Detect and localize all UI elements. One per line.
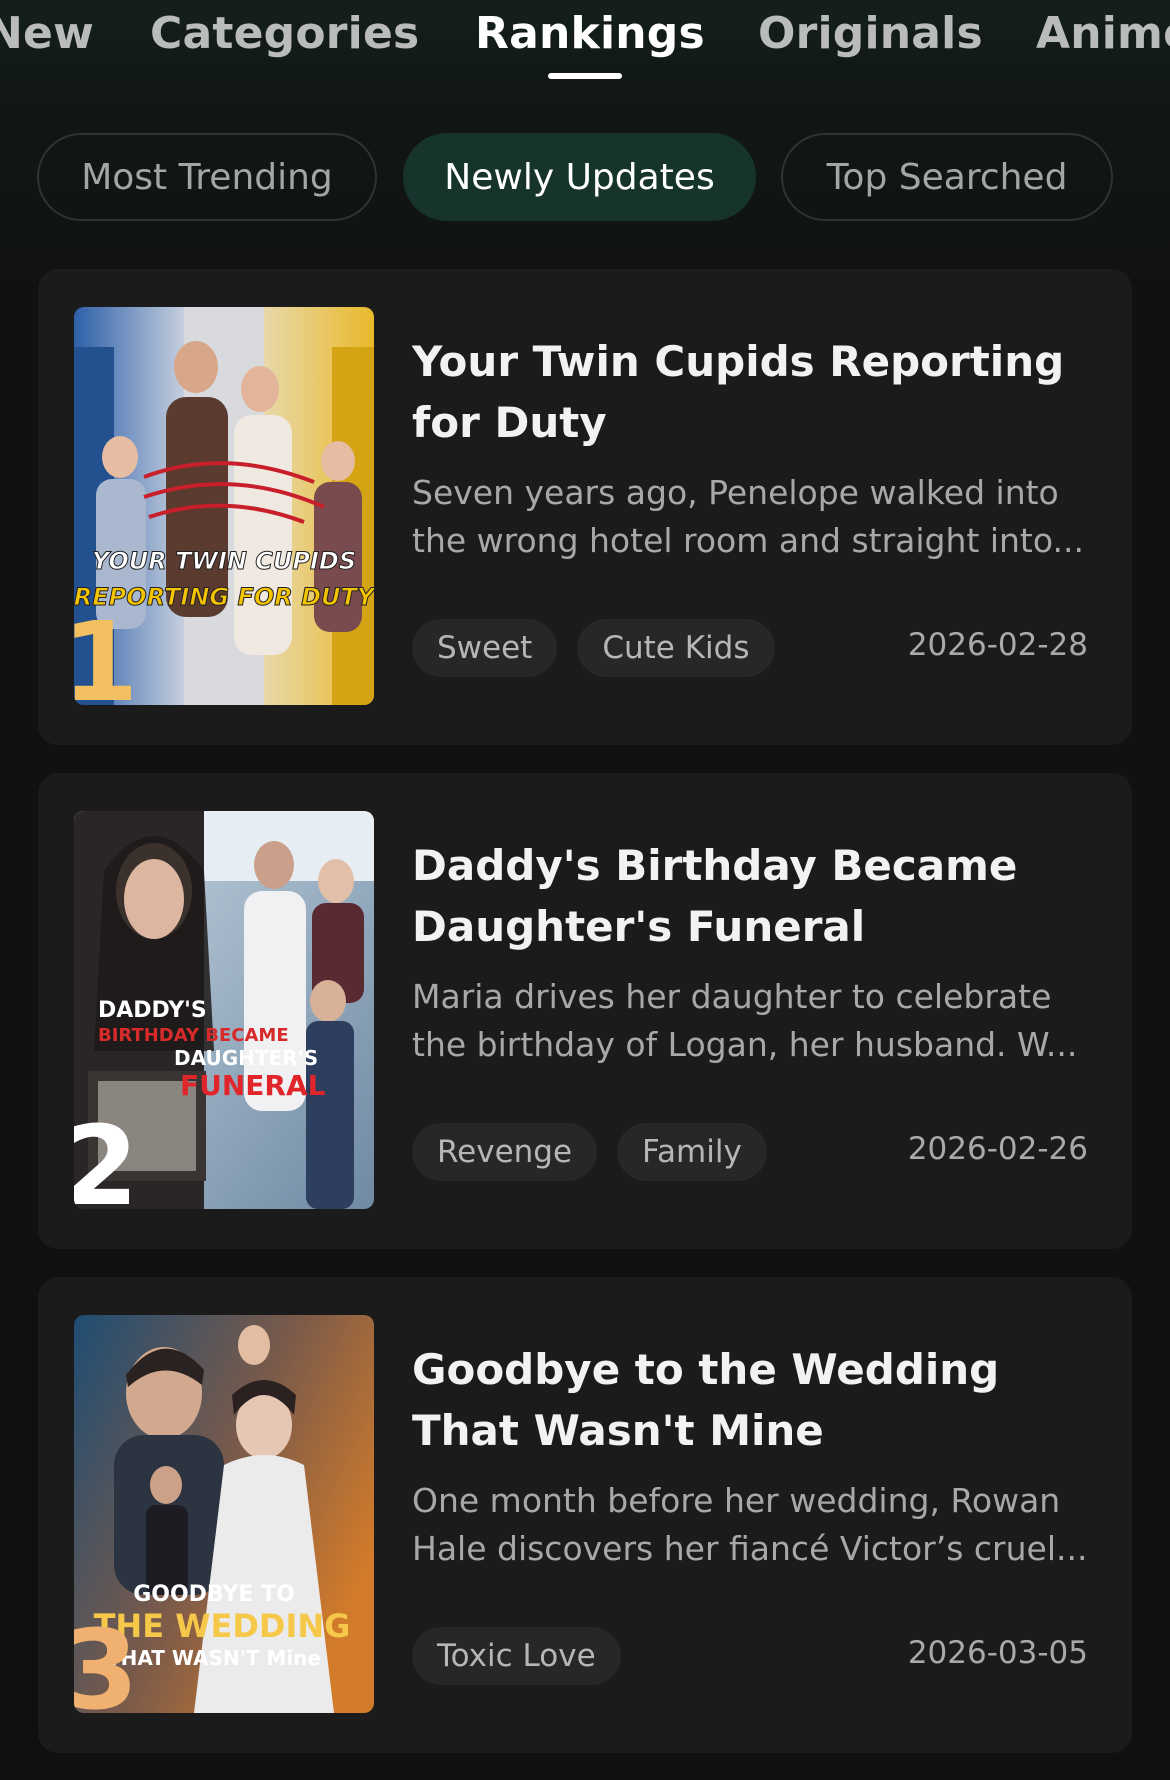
poster-image[interactable]: GOODBYE TO THE WEDDING THAT WASN'T Mine … [74,1315,374,1713]
tab-categories[interactable]: Categories [150,8,419,59]
poster-title-line3: DAUGHTER'S [174,1046,318,1070]
tag-list: Toxic Love [412,1627,621,1685]
tag-list: Revenge Family [412,1123,767,1181]
ranking-card[interactable]: GOODBYE TO THE WEDDING THAT WASN'T Mine … [38,1277,1132,1753]
drama-description: Maria drives her daughter to celebrate t… [412,977,1078,1064]
poster-title-line1: DADDY'S [98,998,207,1023]
poster-image[interactable]: YOUR TWIN CUPIDS REPORTING FOR DUTY 1 [74,307,374,705]
filter-newly-updates[interactable]: Newly Updates [403,133,756,221]
rank-number: 3 [74,1606,139,1713]
ranking-card[interactable]: YOUR TWIN CUPIDS REPORTING FOR DUTY 1 Yo… [38,269,1132,745]
drama-title[interactable]: Goodbye to the Wedding That Wasn't Mine [412,1339,1102,1461]
genre-tag[interactable]: Toxic Love [412,1627,621,1685]
poster-title-line1: GOODBYE TO [133,1582,295,1607]
genre-tag[interactable]: Sweet [412,619,558,677]
poster-image[interactable]: DADDY'S BIRTHDAY BECAME DAUGHTER'S FUNER… [74,811,374,1209]
drama-title[interactable]: Daddy's Birthday Became Daughter's Funer… [412,835,1102,957]
genre-tag[interactable]: Cute Kids [577,619,775,677]
genre-tag[interactable]: Family [617,1123,767,1181]
tag-list: Sweet Cute Kids [412,619,775,677]
tab-rankings[interactable]: Rankings [475,8,705,59]
poster-title-line3: THAT WASN'T Mine [107,1646,321,1670]
ranking-filter-group: Most Trending Newly Updates Top Searched [0,133,1170,225]
rank-number: 2 [74,1102,139,1209]
filter-top-searched[interactable]: Top Searched [781,133,1113,221]
update-date: 2026-02-26 [907,1131,1088,1167]
filter-most-trending[interactable]: Most Trending [37,133,377,221]
drama-title[interactable]: Your Twin Cupids Reporting for Duty [412,331,1102,453]
drama-description: One month before her wedding, Rowan Hale… [412,1481,1088,1568]
poster-title-line2: BIRTHDAY BECAME [98,1025,289,1046]
update-date: 2026-03-05 [907,1635,1088,1671]
tab-anime[interactable]: Anime [1036,8,1170,59]
top-tab-bar: New Categories Rankings Originals Anime [0,0,1170,90]
genre-tag[interactable]: Revenge [412,1123,598,1181]
update-date: 2026-02-28 [907,627,1088,663]
active-tab-indicator [548,73,622,79]
tab-originals[interactable]: Originals [758,8,983,59]
drama-description: Seven years ago, Penelope walked into th… [412,473,1084,560]
poster-title-line4: FUNERAL [180,1069,326,1102]
rank-number: 1 [74,598,139,705]
ranking-card[interactable]: DADDY'S BIRTHDAY BECAME DAUGHTER'S FUNER… [38,773,1132,1249]
tab-new[interactable]: New [0,8,94,59]
poster-title-line1: YOUR TWIN CUPIDS [92,547,356,575]
